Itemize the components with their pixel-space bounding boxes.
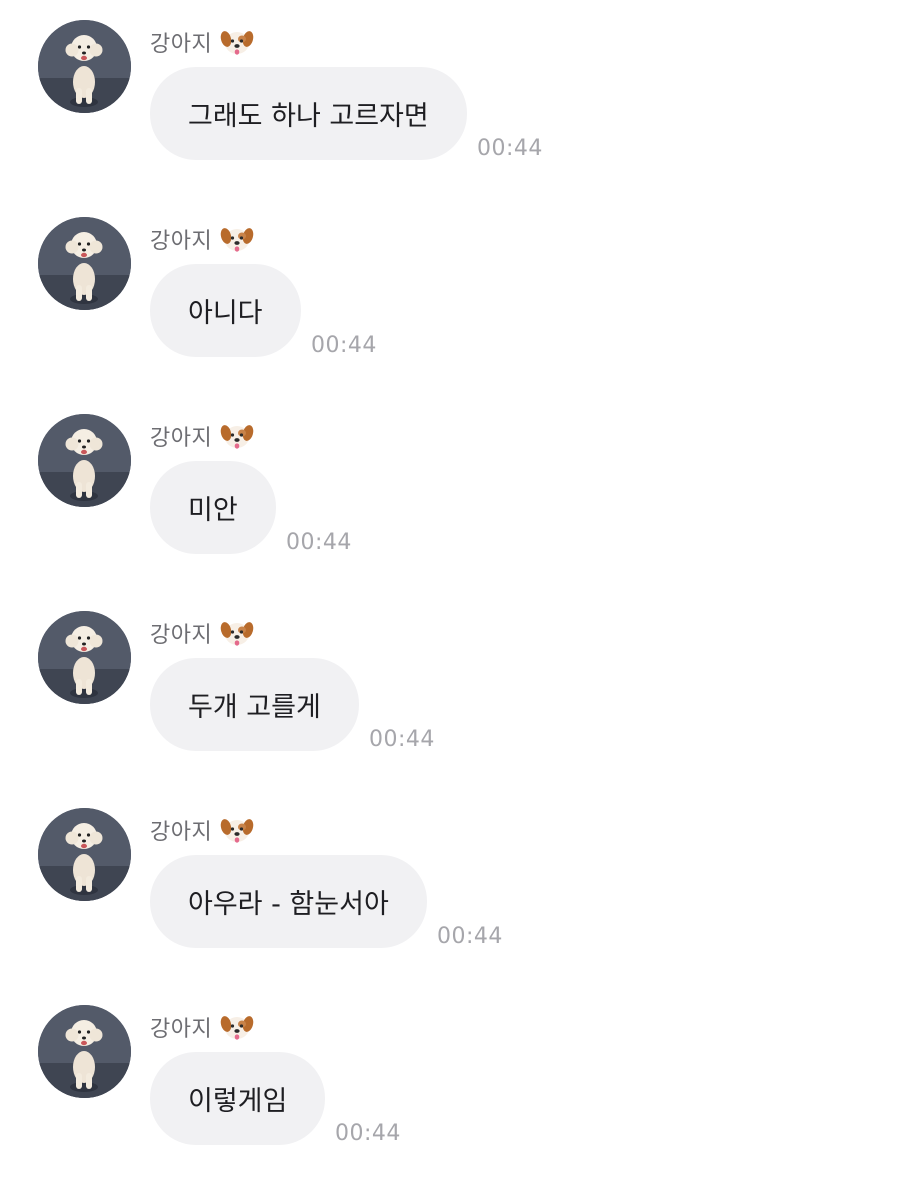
message-text: 아우라 - 함눈서아 (188, 889, 389, 920)
message-bubble[interactable]: 아니다 (150, 264, 301, 357)
dog-face-icon (220, 421, 254, 451)
poodle-avatar-image (38, 808, 131, 901)
sender-avatar[interactable] (38, 414, 131, 507)
sender-header: 강아지 (150, 815, 254, 845)
sender-name: 강아지 (150, 623, 213, 648)
sender-name: 강아지 (150, 426, 213, 451)
sender-header: 강아지 (150, 618, 254, 648)
chat-message: 강아지아니다 00:44 (0, 197, 920, 394)
sender-header: 강아지 (150, 1012, 254, 1042)
message-timestamp: 00:44 (286, 530, 352, 555)
sender-name: 강아지 (150, 32, 213, 57)
dog-face-icon (220, 618, 254, 648)
sender-avatar[interactable] (38, 1005, 131, 1098)
message-text: 이렇게임 (188, 1086, 288, 1117)
message-bubble[interactable]: 이렇게임 (150, 1052, 326, 1145)
chat-message: 강아지그래도 하나 고르자면 00:44 (0, 0, 920, 197)
message-bubble[interactable]: 두개 고를게 (150, 658, 359, 751)
sender-avatar[interactable] (38, 611, 131, 704)
message-timestamp: 00:44 (437, 924, 503, 949)
dog-face-icon (220, 27, 254, 57)
dog-face-icon (220, 815, 254, 845)
poodle-avatar-image (38, 20, 131, 113)
sender-header: 강아지 (150, 224, 254, 254)
message-bubble[interactable]: 미안 (150, 461, 276, 554)
poodle-avatar-image (38, 217, 131, 310)
poodle-avatar-image (38, 1005, 131, 1098)
sender-header: 강아지 (150, 421, 254, 451)
sender-name: 강아지 (150, 229, 213, 254)
message-bubble[interactable]: 아우라 - 함눈서아 (150, 855, 427, 948)
dog-face-icon (220, 1012, 254, 1042)
dog-face-icon (220, 224, 254, 254)
message-timestamp: 00:44 (477, 136, 543, 161)
message-timestamp: 00:44 (335, 1121, 401, 1146)
sender-avatar[interactable] (38, 217, 131, 310)
sender-name: 강아지 (150, 1017, 213, 1042)
message-text: 그래도 하나 고르자면 (188, 101, 429, 132)
sender-name: 강아지 (150, 820, 213, 845)
sender-avatar[interactable] (38, 20, 131, 113)
poodle-avatar-image (38, 414, 131, 507)
poodle-avatar-image (38, 611, 131, 704)
message-bubble[interactable]: 그래도 하나 고르자면 (150, 67, 467, 160)
chat-message: 강아지미안 00:44 (0, 394, 920, 591)
sender-avatar[interactable] (38, 808, 131, 901)
chat-message: 강아지아우라 - 함눈서아 00:44 (0, 788, 920, 985)
chat-message: 강아지이렇게임 00:44 (0, 985, 920, 1182)
message-timestamp: 00:44 (369, 727, 435, 752)
message-text: 미안 (188, 495, 238, 526)
chat-message: 강아지두개 고를게 00:44 (0, 591, 920, 788)
message-text: 두개 고를게 (188, 692, 321, 723)
message-timestamp: 00:44 (311, 333, 377, 358)
message-text: 아니다 (188, 298, 263, 329)
sender-header: 강아지 (150, 27, 254, 57)
